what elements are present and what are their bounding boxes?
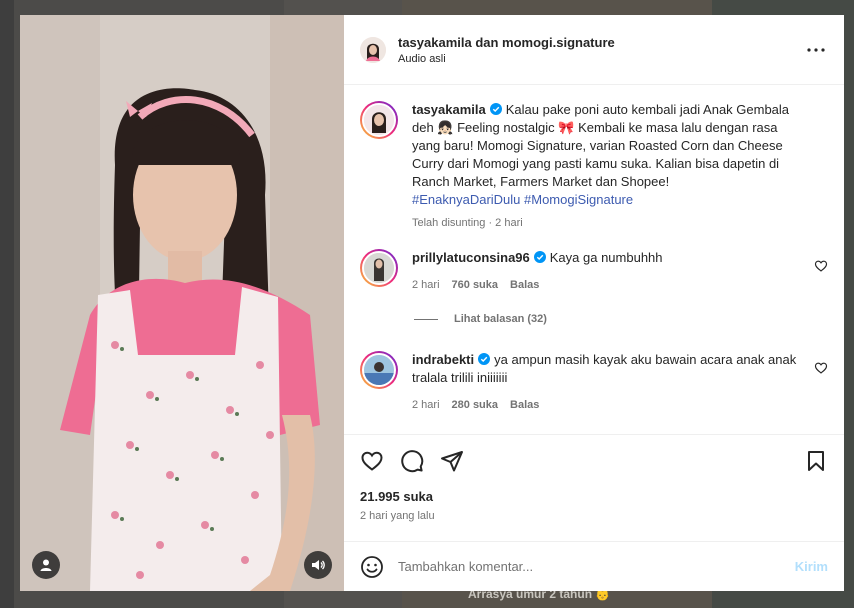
share-send-icon[interactable]: [440, 449, 464, 473]
save-bookmark-icon[interactable]: [804, 449, 828, 473]
comment-text: Kaya ga numbuhhh: [549, 250, 663, 265]
comment-time: 2 hari: [412, 279, 440, 291]
comments-list[interactable]: tasyakamila Kalau pake poni auto kembali …: [344, 85, 844, 434]
post-comment-button[interactable]: Kirim: [795, 559, 828, 574]
likes-count[interactable]: 21.995 suka: [360, 489, 828, 504]
comment-avatar[interactable]: [360, 249, 398, 287]
add-comment-bar: Kirim: [344, 541, 844, 591]
speaker-icon: [312, 560, 325, 570]
reply-button[interactable]: Balas: [510, 279, 539, 291]
comment-likes[interactable]: 280 suka: [452, 399, 498, 411]
author-photo: [360, 36, 386, 63]
verified-badge-icon: [489, 103, 502, 115]
caption-avatar-photo: [364, 105, 394, 135]
comment-avatar-photo: [364, 355, 394, 385]
comment-like-heart-icon[interactable]: [814, 361, 828, 375]
view-replies-button[interactable]: Lihat balasan (32): [414, 313, 828, 325]
comment-likes[interactable]: 760 suka: [452, 279, 498, 291]
verified-badge-icon: [533, 251, 546, 263]
comment-username[interactable]: indrabekti: [412, 352, 474, 367]
comment-bubble-icon[interactable]: [400, 449, 424, 473]
post-caption: tasyakamila Kalau pake poni auto kembali …: [360, 101, 828, 229]
caption-avatar[interactable]: [360, 101, 398, 139]
reply-button[interactable]: Balas: [510, 399, 539, 411]
post-date[interactable]: 2 hari yang lalu: [360, 510, 828, 522]
caption-username[interactable]: tasyakamila: [412, 102, 486, 117]
tagged-users-button[interactable]: [32, 551, 60, 579]
comment-item: prillylatuconsina96 Kaya ga numbuhhh 2 ha…: [360, 249, 828, 291]
verified-badge-icon: [478, 353, 491, 365]
post-header: tasyakamila dan momogi.signature Audio a…: [344, 15, 844, 85]
post-panel: tasyakamila dan momogi.signature Audio a…: [344, 15, 844, 591]
post-author-title[interactable]: tasyakamila dan momogi.signature: [398, 35, 804, 50]
emoji-icon[interactable]: [360, 555, 384, 579]
post-actions: 21.995 suka 2 hari yang lalu: [344, 434, 844, 541]
post-modal: tasyakamila dan momogi.signature Audio a…: [20, 15, 844, 591]
author-avatar[interactable]: [360, 36, 386, 63]
replies-divider: [414, 318, 438, 320]
more-icon: [807, 47, 825, 52]
user-icon: [40, 559, 52, 571]
like-heart-icon[interactable]: [360, 449, 384, 473]
caption-meta: Telah disunting · 2 hari: [412, 217, 523, 229]
caption-hashtags[interactable]: #EnaknyaDariDulu #MomogiSignature: [412, 191, 804, 209]
more-options-button[interactable]: [804, 38, 828, 62]
video-frame: [20, 15, 344, 591]
caption-text-block: tasyakamila Kalau pake poni auto kembali …: [412, 101, 804, 209]
comment-time: 2 hari: [412, 399, 440, 411]
comment-username[interactable]: prillylatuconsina96: [412, 250, 530, 265]
view-replies-label[interactable]: Lihat balasan (32): [454, 313, 547, 325]
audio-label[interactable]: Audio asli: [398, 53, 804, 65]
comment-like-heart-icon[interactable]: [814, 259, 828, 273]
mute-button[interactable]: [304, 551, 332, 579]
comment-avatar-photo: [364, 253, 394, 283]
comment-avatar[interactable]: [360, 351, 398, 389]
comment-input[interactable]: [398, 559, 795, 574]
comment-item: indrabekti ya ampun masih kayak aku bawai…: [360, 351, 828, 411]
post-video[interactable]: [20, 15, 344, 591]
